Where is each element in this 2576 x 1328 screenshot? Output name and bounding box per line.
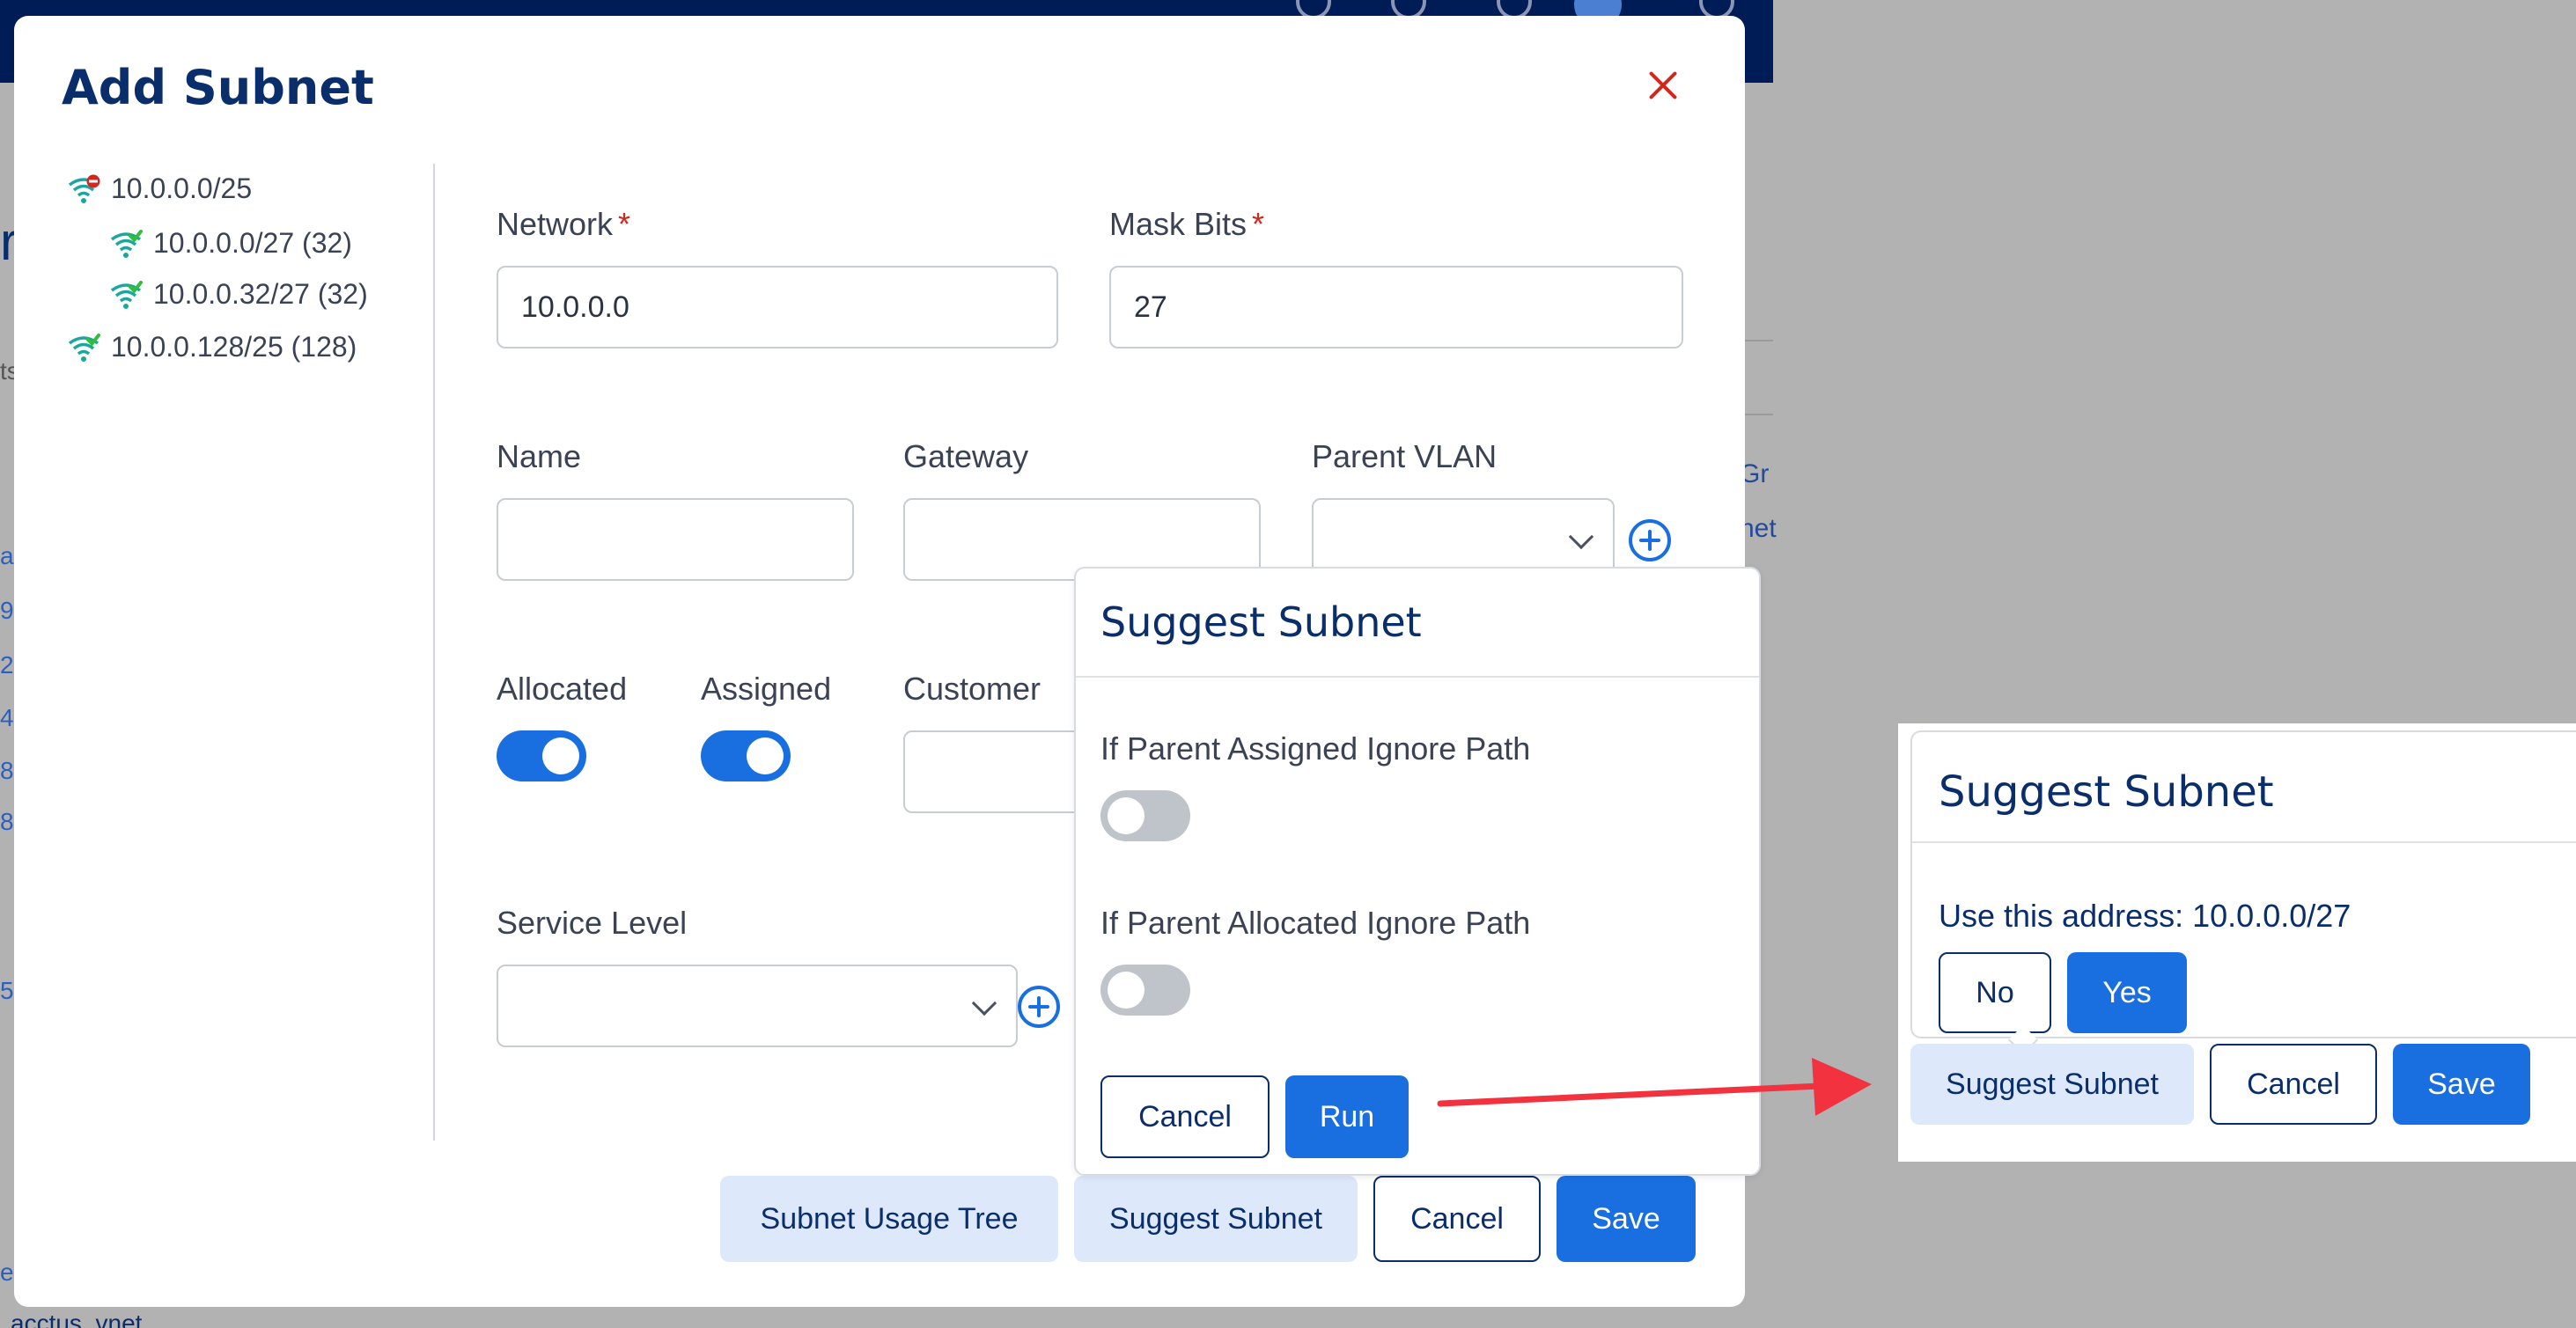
suggest-subnet-button[interactable]: Suggest Subnet xyxy=(1074,1176,1358,1262)
customer-label: Customer xyxy=(903,671,1041,707)
tree-item[interactable]: 10.0.0.0/27 (32) xyxy=(109,227,352,260)
mask-bits-label: Mask Bits * xyxy=(1109,206,1264,243)
ignore-assigned-label: If Parent Assigned Ignore Path xyxy=(1100,730,1531,767)
wifi-blocked-icon xyxy=(68,174,100,203)
service-level-select[interactable] xyxy=(497,965,1018,1047)
mask-bits-label-text: Mask Bits xyxy=(1109,206,1248,242)
tree-item-label: 10.0.0.128/25 (128) xyxy=(111,331,357,363)
modal-title: Add Subnet xyxy=(62,60,374,115)
tree-item-label: 10.0.0.0/27 (32) xyxy=(153,227,352,259)
background-fragment: 4 xyxy=(0,704,14,731)
subnet-usage-tree-button[interactable]: Subnet Usage Tree xyxy=(720,1176,1058,1262)
ignore-assigned-toggle[interactable] xyxy=(1100,790,1190,841)
background-fragment: 2 xyxy=(0,651,14,679)
required-marker: * xyxy=(618,206,631,242)
required-marker: * xyxy=(1252,206,1265,242)
toggle-knob xyxy=(1108,972,1144,1009)
popover-divider xyxy=(1076,676,1759,678)
zoom-cancel-button[interactable]: Cancel xyxy=(2210,1044,2377,1125)
chevron-down-icon xyxy=(1568,524,1594,550)
save-button[interactable]: Save xyxy=(1557,1176,1696,1262)
add-vlan-plus-icon[interactable] xyxy=(1629,519,1671,561)
suggest-subnet-popover: Suggest Subnet If Parent Assigned Ignore… xyxy=(1074,567,1761,1176)
yes-button[interactable]: Yes xyxy=(2067,952,2187,1033)
no-button[interactable]: No xyxy=(1939,952,2051,1033)
mask-bits-input[interactable]: 27 xyxy=(1109,266,1683,349)
background-fragment: 9 xyxy=(0,597,14,624)
gateway-label: Gateway xyxy=(903,438,1029,474)
network-label: Network * xyxy=(497,206,630,243)
tree-divider xyxy=(433,164,435,1141)
tree-item[interactable]: 10.0.0.128/25 (128) xyxy=(67,331,357,363)
chevron-down-icon xyxy=(971,990,997,1016)
background-fragment: net xyxy=(1740,514,1777,543)
ignore-allocated-toggle[interactable] xyxy=(1100,965,1190,1016)
name-label: Name xyxy=(497,438,582,474)
suggested-address-message: Use this address: 10.0.0.0/27 xyxy=(1939,898,2352,934)
allocated-label: Allocated xyxy=(497,671,628,707)
run-button[interactable]: Run xyxy=(1285,1075,1409,1158)
popover-cancel-button[interactable]: Cancel xyxy=(1100,1075,1270,1158)
popover-title: Suggest Subnet xyxy=(1100,598,1422,646)
network-label-text: Network xyxy=(497,206,614,242)
background-fragment: 5 xyxy=(0,977,14,1004)
parent-vlan-label: Parent VLAN xyxy=(1312,438,1498,474)
zoom-divider xyxy=(1912,841,2576,843)
add-service-level-plus-icon[interactable] xyxy=(1018,986,1060,1028)
suggest-result-popover: Suggest Subnet Use this address: 10.0.0.… xyxy=(1910,730,2576,1038)
service-level-label: Service Level xyxy=(497,905,688,941)
tree-item[interactable]: 10.0.0.32/27 (32) xyxy=(109,278,368,311)
tree-item[interactable]: 10.0.0.0/25 xyxy=(67,172,252,205)
allocated-toggle[interactable] xyxy=(497,730,586,781)
wifi-available-icon xyxy=(110,229,143,258)
assigned-label: Assigned xyxy=(701,671,832,707)
tree-item-label: 10.0.0.0/25 xyxy=(111,172,253,204)
close-icon[interactable] xyxy=(1643,65,1683,106)
cancel-button[interactable]: Cancel xyxy=(1373,1176,1541,1262)
zoom-suggest-subnet-button[interactable]: Suggest Subnet xyxy=(1910,1044,2194,1125)
network-input[interactable]: 10.0.0.0 xyxy=(497,266,1058,349)
toggle-knob xyxy=(542,737,579,774)
wifi-available-icon xyxy=(68,333,100,362)
zoom-save-button[interactable]: Save xyxy=(2393,1044,2530,1125)
ignore-allocated-label: If Parent Allocated Ignore Path xyxy=(1100,905,1531,941)
name-input[interactable] xyxy=(497,498,854,581)
tree-item-label: 10.0.0.32/27 (32) xyxy=(153,278,368,310)
background-fragment: 8 xyxy=(0,757,14,784)
assigned-toggle[interactable] xyxy=(701,730,791,781)
background-fragment: acctus_vnet xyxy=(11,1310,143,1328)
toggle-knob xyxy=(747,737,784,774)
zoom-title: Suggest Subnet xyxy=(1939,767,2274,817)
wifi-available-icon xyxy=(110,280,143,309)
background-fragment: 8 xyxy=(0,808,14,835)
zoomed-result-panel: Suggest Subnet Use this address: 10.0.0.… xyxy=(1898,723,2576,1162)
toggle-knob xyxy=(1108,797,1144,834)
